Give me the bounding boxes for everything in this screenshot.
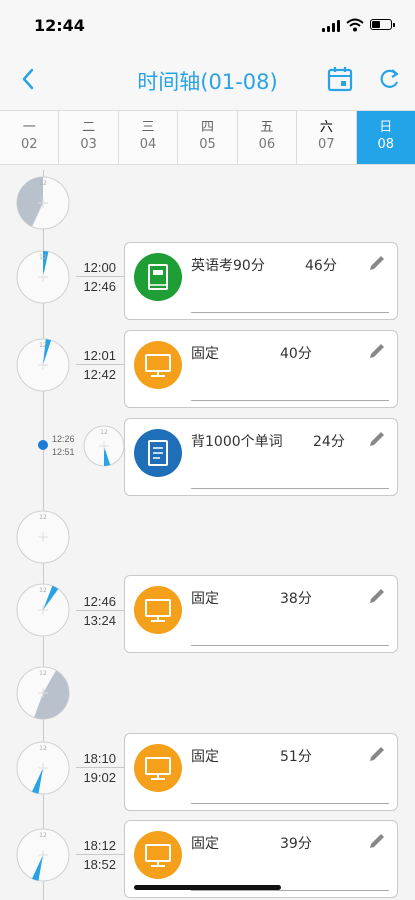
entry-end-time: 18:52 — [83, 857, 116, 872]
time-divider — [76, 610, 124, 611]
task-name: 固定 — [191, 749, 219, 765]
day-tab-sun[interactable]: 日 08 — [356, 111, 415, 164]
gap-clock: 12 — [16, 176, 70, 230]
svg-text:12: 12 — [39, 342, 47, 349]
task-duration: 40分 — [280, 346, 312, 362]
svg-text:12: 12 — [39, 745, 47, 752]
day-tab-fri[interactable]: 五 06 — [237, 111, 298, 164]
day-tab-mon[interactable]: 一 02 — [0, 111, 60, 164]
entry-end-time: 12:46 — [83, 279, 116, 294]
time-divider — [76, 364, 124, 365]
task-name: 英语考90分 — [191, 258, 265, 274]
task-card[interactable]: 背1000个单词 24分 — [124, 418, 398, 496]
task-name: 固定 — [191, 346, 219, 362]
svg-text:12: 12 — [39, 180, 47, 187]
day-tab-wed[interactable]: 三 04 — [118, 111, 179, 164]
battery-icon — [370, 19, 395, 30]
entry-end-time: 12:42 — [83, 367, 116, 382]
svg-text:12: 12 — [39, 670, 47, 677]
entry-start-time: 12:46 — [83, 594, 116, 609]
wifi-icon — [346, 18, 364, 32]
calendar-icon[interactable] — [326, 64, 354, 94]
time-divider — [76, 854, 124, 855]
notebook-icon — [134, 429, 182, 477]
edit-icon[interactable] — [367, 429, 387, 449]
entry-start-time: 18:10 — [83, 751, 116, 766]
time-divider — [76, 276, 124, 277]
timeline-marker — [38, 440, 48, 450]
edit-icon[interactable] — [367, 744, 387, 764]
cellular-signal-icon — [322, 20, 340, 32]
edit-icon[interactable] — [367, 831, 387, 851]
edit-icon[interactable] — [367, 253, 387, 273]
gap-clock: 12 — [16, 666, 70, 720]
svg-text:12: 12 — [39, 514, 47, 521]
task-card[interactable]: 英语考90分 46分 — [124, 242, 398, 320]
empty-clock: 12 — [16, 510, 70, 564]
task-name: 固定 — [191, 836, 219, 852]
time-divider — [76, 767, 124, 768]
task-duration: 51分 — [280, 749, 312, 765]
edit-icon[interactable] — [367, 586, 387, 606]
task-clock: 12 — [83, 425, 125, 467]
task-name: 背1000个单词 — [191, 434, 283, 450]
entry-end-time: 19:02 — [83, 770, 116, 785]
task-duration: 39分 — [280, 836, 312, 852]
monitor-icon — [134, 341, 182, 389]
task-duration: 46分 — [305, 258, 337, 274]
entry-start-time: 18:12 — [83, 838, 116, 853]
refresh-icon[interactable] — [376, 65, 402, 93]
entry-start-time: 12:26 — [52, 434, 75, 444]
nav-bar: 时间轴(01-08) — [0, 50, 415, 110]
task-clock: 12 — [16, 583, 70, 637]
week-tabs: 一 02 二 03 三 04 四 05 五 06 六 07 日 08 — [0, 110, 415, 165]
entry-start-time: 12:00 — [83, 260, 116, 275]
task-duration: 24分 — [313, 434, 345, 450]
entry-end-time: 13:24 — [83, 613, 116, 628]
edit-icon[interactable] — [367, 341, 387, 361]
svg-text:12: 12 — [39, 254, 47, 261]
svg-text:12: 12 — [100, 429, 108, 436]
day-tab-sat[interactable]: 六 07 — [297, 111, 357, 164]
task-clock: 12 — [16, 828, 70, 882]
status-bar: 12:44 — [0, 0, 415, 50]
day-tab-tue[interactable]: 二 03 — [59, 111, 119, 164]
home-indicator — [134, 885, 281, 890]
task-clock: 12 — [16, 250, 70, 304]
day-tab-thu[interactable]: 四 05 — [178, 111, 238, 164]
task-name: 固定 — [191, 591, 219, 607]
book-icon — [134, 253, 182, 301]
task-card[interactable]: 固定 51分 — [124, 733, 398, 811]
task-clock: 12 — [16, 338, 70, 392]
monitor-icon — [134, 831, 182, 879]
task-card[interactable]: 固定 40分 — [124, 330, 398, 408]
monitor-icon — [134, 744, 182, 792]
monitor-icon — [134, 586, 182, 634]
task-card[interactable]: 固定 38分 — [124, 575, 398, 653]
svg-text:12: 12 — [39, 587, 47, 594]
svg-text:12: 12 — [39, 832, 47, 839]
status-time: 12:44 — [34, 16, 85, 35]
task-duration: 38分 — [280, 591, 312, 607]
entry-end-time: 12:51 — [52, 447, 75, 457]
entry-start-time: 12:01 — [83, 348, 116, 363]
task-clock: 12 — [16, 741, 70, 795]
